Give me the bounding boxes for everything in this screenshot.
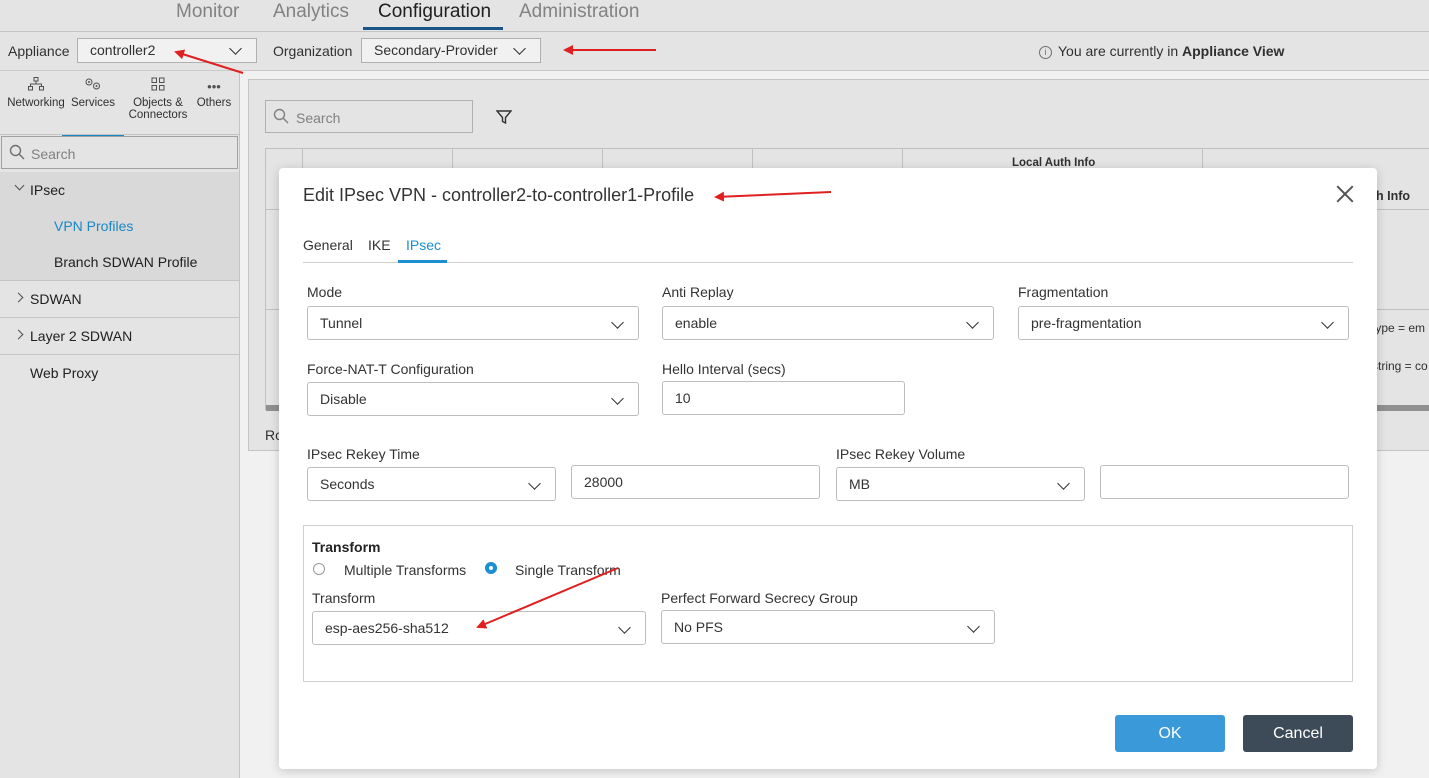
- rekey-volume-unit-select[interactable]: MB: [836, 467, 1085, 501]
- dialog-title: Edit IPsec VPN - controller2-to-controll…: [303, 185, 695, 205]
- hello-interval-input[interactable]: 10: [662, 381, 905, 415]
- rekey-time-input[interactable]: 28000: [571, 465, 820, 499]
- tab-ike[interactable]: IKE: [368, 237, 391, 253]
- chevron-down-icon: [611, 392, 624, 405]
- active-tab-indicator: [398, 260, 447, 263]
- radio-multiple-label: Multiple Transforms: [344, 562, 467, 578]
- radio-single-transform[interactable]: [485, 562, 497, 574]
- fragmentation-label: Fragmentation: [1018, 284, 1109, 300]
- rekey-volume-unit-value: MB: [849, 476, 870, 492]
- hello-interval-label: Hello Interval (secs): [662, 361, 786, 377]
- cancel-button[interactable]: Cancel: [1243, 715, 1353, 752]
- edit-ipsec-vpn-dialog: Edit IPsec VPN - controller2-to-controll…: [279, 168, 1377, 769]
- rekey-time-unit-select[interactable]: Seconds: [307, 467, 556, 501]
- tab-ipsec[interactable]: IPsec: [406, 237, 441, 253]
- chevron-down-icon: [1321, 316, 1334, 329]
- transform-select-value: esp-aes256-sha512: [325, 620, 449, 636]
- chevron-down-icon: [611, 316, 624, 329]
- mode-select[interactable]: Tunnel: [307, 306, 639, 340]
- rekey-time-unit-value: Seconds: [320, 476, 375, 492]
- force-nat-label: Force-NAT-T Configuration: [307, 361, 474, 377]
- chevron-down-icon: [528, 477, 541, 490]
- divider: [303, 262, 1353, 263]
- close-icon[interactable]: [1333, 182, 1357, 206]
- transform-heading: Transform: [312, 539, 381, 555]
- fragmentation-select[interactable]: pre-fragmentation: [1018, 306, 1349, 340]
- rekey-time-value: 28000: [584, 474, 623, 490]
- rekey-volume-label: IPsec Rekey Volume: [836, 446, 966, 462]
- force-nat-select[interactable]: Disable: [307, 382, 639, 416]
- force-nat-select-value: Disable: [320, 391, 367, 407]
- transform-label: Transform: [312, 590, 376, 606]
- anti-replay-select[interactable]: enable: [662, 306, 994, 340]
- anti-replay-label: Anti Replay: [662, 284, 734, 300]
- transform-section: Transform Multiple Transforms Single Tra…: [303, 525, 1353, 682]
- rekey-volume-input[interactable]: [1100, 465, 1349, 499]
- rekey-time-label: IPsec Rekey Time: [307, 446, 420, 462]
- pfs-select-value: No PFS: [674, 619, 724, 635]
- fragmentation-select-value: pre-fragmentation: [1031, 315, 1142, 331]
- anti-replay-select-value: enable: [675, 315, 718, 331]
- chevron-down-icon: [966, 316, 979, 329]
- radio-multiple-transforms[interactable]: [313, 563, 325, 575]
- radio-single-label: Single Transform: [515, 562, 621, 578]
- chevron-down-icon: [1057, 477, 1070, 490]
- pfs-label: Perfect Forward Secrecy Group: [661, 590, 858, 606]
- mode-label: Mode: [307, 284, 343, 300]
- pfs-select[interactable]: No PFS: [661, 610, 995, 644]
- tab-general[interactable]: General: [303, 237, 353, 253]
- hello-interval-value: 10: [675, 390, 691, 406]
- chevron-down-icon: [618, 621, 631, 634]
- transform-select[interactable]: esp-aes256-sha512: [312, 611, 646, 645]
- chevron-down-icon: [967, 620, 980, 633]
- ok-button[interactable]: OK: [1115, 715, 1225, 752]
- mode-select-value: Tunnel: [320, 315, 363, 331]
